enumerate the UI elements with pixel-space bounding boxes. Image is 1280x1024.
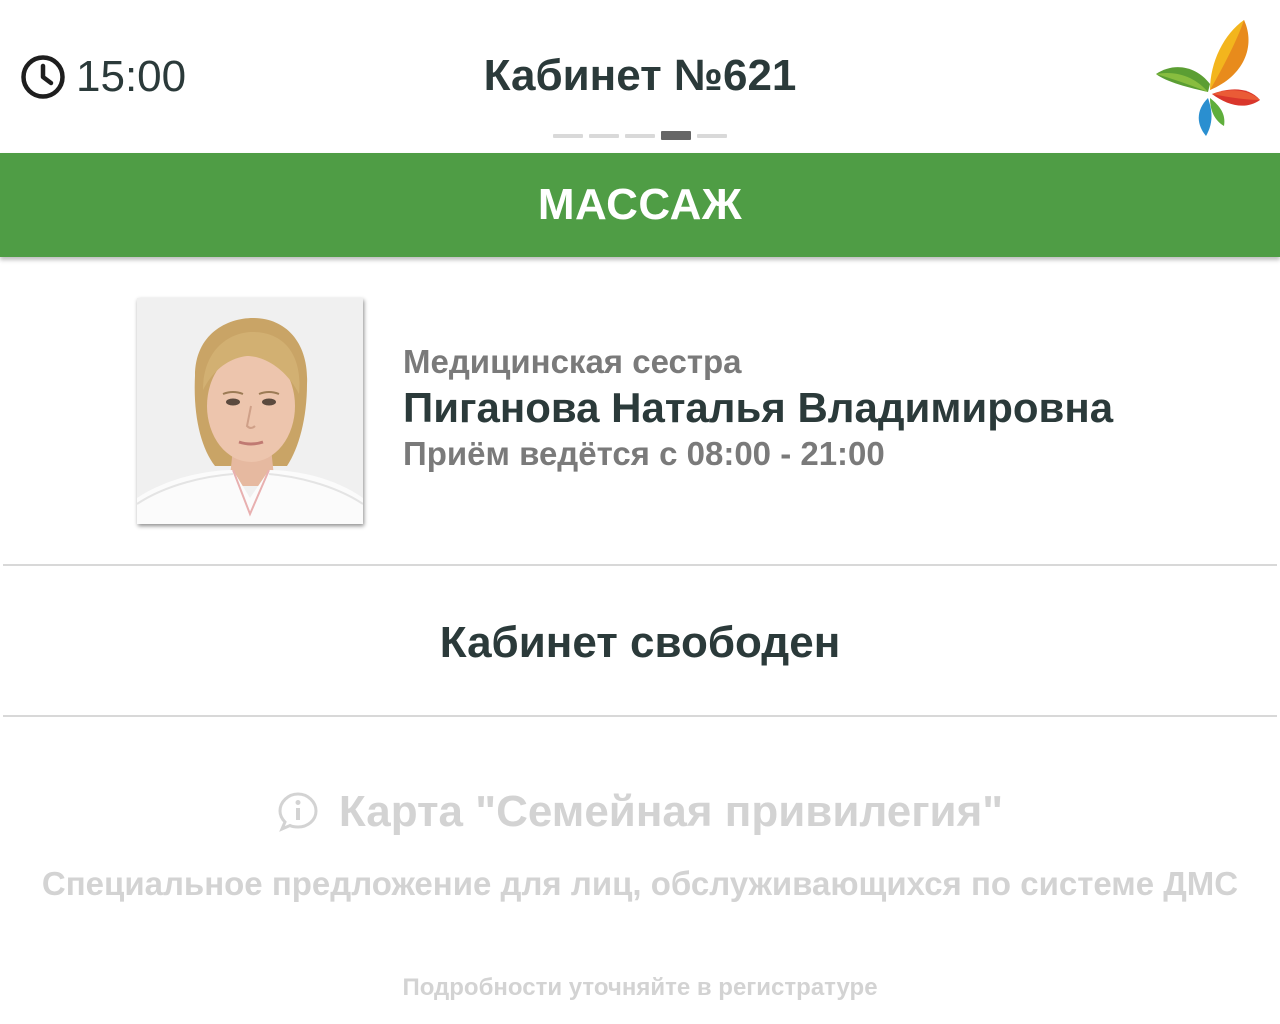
doctor-name: Пиганова Наталья Владимировна: [403, 384, 1114, 431]
doctor-hours: Приём ведётся с 08:00 - 21:00: [403, 435, 885, 472]
divider: [3, 715, 1277, 717]
room-status: Кабинет свободен: [439, 618, 841, 667]
promo-title: Карта "Семейная привилегия": [0, 786, 1280, 838]
doctor-info: Медицинская сестра Пиганова Наталья Влад…: [403, 342, 1113, 474]
page-title: Кабинет №621: [483, 51, 797, 100]
page-indicator: [553, 131, 727, 140]
promo-title-text: Карта "Семейная привилегия": [338, 787, 1004, 836]
page-dot[interactable]: [589, 134, 619, 138]
page-dot[interactable]: [553, 134, 583, 138]
page-dot[interactable]: [697, 134, 727, 138]
page-dot-active[interactable]: [661, 131, 691, 140]
info-icon: [277, 791, 339, 833]
promo-note: Подробности уточняйте в регистратуре: [402, 974, 878, 1001]
butterfly-leaf-logo: [1148, 14, 1268, 138]
page-dot[interactable]: [625, 134, 655, 138]
service-title: МАССАЖ: [537, 180, 743, 229]
header: 15:00 Кабинет №621: [0, 0, 1280, 153]
service-banner: МАССАЖ: [0, 153, 1280, 257]
doctor-avatar: [137, 298, 363, 524]
divider: [3, 564, 1277, 566]
doctor-position: Медицинская сестра: [403, 343, 742, 380]
promo-description: Специальное предложение для лиц, обслужи…: [41, 865, 1239, 902]
